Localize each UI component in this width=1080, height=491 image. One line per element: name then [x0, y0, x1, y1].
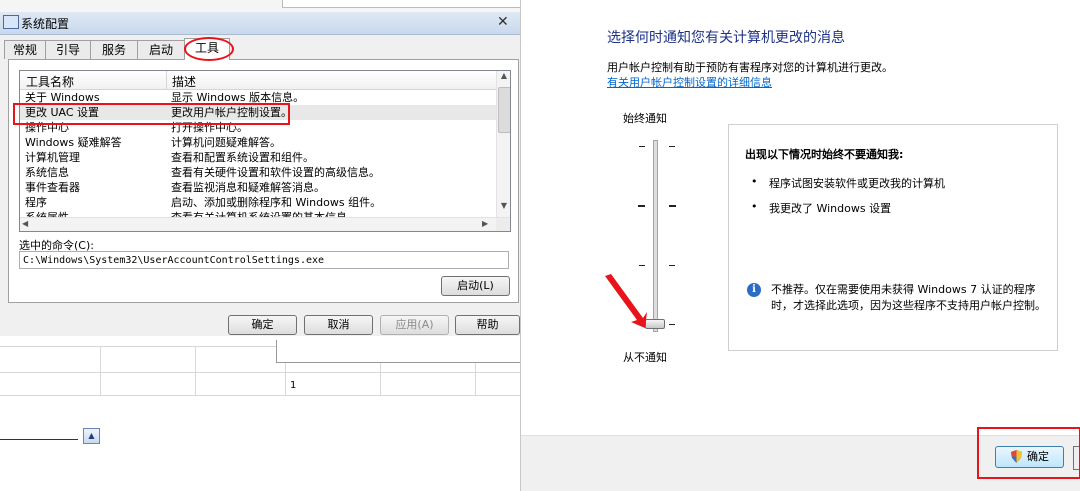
uac-help-link[interactable]: 有关用户帐户控制设置的详细信息 [607, 74, 772, 90]
vertical-scrollbar[interactable]: ▲ ▼ [496, 71, 510, 217]
title-bar: 系统配置 ✕ [0, 12, 520, 35]
scroll-left-icon[interactable]: ◀ [22, 219, 28, 228]
list-item[interactable]: 程序 启动、添加或删除程序和 Windows 组件。 [20, 195, 496, 210]
slider-tick [638, 205, 645, 207]
underline [0, 439, 78, 440]
spreadsheet-cell: 1 [290, 380, 297, 391]
notification-slider-track[interactable] [653, 140, 658, 332]
list-item[interactable]: 事件查看器 查看监视消息和疑难解答消息。 [20, 180, 496, 195]
column-divider[interactable] [166, 71, 167, 89]
collapse-arrow-icon[interactable]: ▲ [83, 428, 100, 444]
grid-line [195, 346, 196, 395]
slider-tick [669, 146, 675, 147]
arrow-annotation-icon [605, 274, 647, 328]
slider-bottom-label: 从不通知 [623, 351, 667, 364]
list-item[interactable]: 系统信息 查看有关硬件设置和软件设置的高级信息。 [20, 165, 496, 180]
help-button[interactable]: 帮助 [455, 315, 520, 335]
scroll-thumb[interactable] [498, 87, 510, 133]
ok-button-highlight-box [977, 427, 1080, 479]
scroll-down-icon[interactable]: ▼ [498, 201, 510, 215]
warning-text: 不推荐。仅在需要使用未获得 Windows 7 认证的程序时，才选择此选项，因为… [771, 283, 1046, 312]
column-header-name[interactable]: 工具名称 [26, 73, 74, 90]
notification-slider-thumb[interactable] [645, 319, 665, 329]
column-header-desc[interactable]: 描述 [172, 73, 196, 90]
scroll-up-icon[interactable]: ▲ [498, 71, 510, 85]
tab-services[interactable]: 服务 [90, 40, 138, 59]
grid-line [0, 395, 520, 396]
grid-line [0, 372, 520, 373]
slider-tick [639, 265, 645, 266]
list-item[interactable]: Windows 疑难解答 计算机问题疑难解答。 [20, 135, 496, 150]
bullet-item: 我更改了 Windows 设置 [769, 202, 892, 215]
uac-settings-window: 选择何时通知您有关计算机更改的消息 用户帐户控制有助于预防有害程序对您的计算机进… [520, 0, 1080, 491]
scroll-corner [496, 218, 510, 231]
horizontal-scrollbar[interactable]: ◀ ▶ [20, 217, 510, 231]
system-config-window: 系统配置 ✕ 常规 引导 服务 启动 工具 工具名称 描述 关于 Windows… [0, 0, 520, 491]
tab-boot[interactable]: 引导 [45, 40, 91, 59]
slider-top-label: 始终通知 [623, 112, 667, 125]
bullet-icon: • [751, 200, 758, 213]
launch-button[interactable]: 启动(L) [441, 276, 510, 296]
setting-description-panel: 出现以下情况时始终不要通知我: • 程序试图安装软件或更改我的计算机 • 我更改… [728, 124, 1058, 351]
tab-startup[interactable]: 启动 [137, 40, 185, 59]
list-item[interactable]: 计算机管理 查看和配置系统设置和组件。 [20, 150, 496, 165]
grid-line [100, 346, 101, 395]
slider-tick [669, 324, 675, 325]
app-icon [3, 15, 19, 29]
info-heading: 出现以下情况时始终不要通知我: [745, 148, 904, 161]
uac-description: 用户帐户控制有助于预防有害程序对您的计算机进行更改。 [607, 61, 893, 74]
selected-command-field[interactable]: C:\Windows\System32\UserAccountControlSe… [19, 251, 509, 269]
bullet-icon: • [751, 175, 758, 188]
uac-row-highlight-box [13, 103, 290, 125]
close-icon[interactable]: ✕ [497, 14, 509, 30]
apply-button[interactable]: 应用(A) [380, 315, 449, 335]
bullet-item: 程序试图安装软件或更改我的计算机 [769, 177, 945, 190]
uac-heading: 选择何时通知您有关计算机更改的消息 [607, 30, 845, 46]
background-panel [276, 340, 520, 363]
slider-tick [639, 146, 645, 147]
slider-tick [669, 265, 675, 266]
list-header: 工具名称 描述 [20, 71, 496, 90]
ok-button[interactable]: 确定 [228, 315, 297, 335]
tools-tab-highlight-circle [184, 37, 234, 61]
cancel-button[interactable]: 取消 [304, 315, 373, 335]
info-icon: i [747, 283, 761, 297]
tools-list[interactable]: 工具名称 描述 关于 Windows 显示 Windows 版本信息。 更改 U… [19, 70, 511, 232]
background-field [282, 0, 520, 8]
window-title: 系统配置 [21, 17, 70, 31]
slider-tick [669, 205, 676, 207]
tab-general[interactable]: 常规 [4, 40, 46, 59]
scroll-right-icon[interactable]: ▶ [482, 219, 488, 228]
